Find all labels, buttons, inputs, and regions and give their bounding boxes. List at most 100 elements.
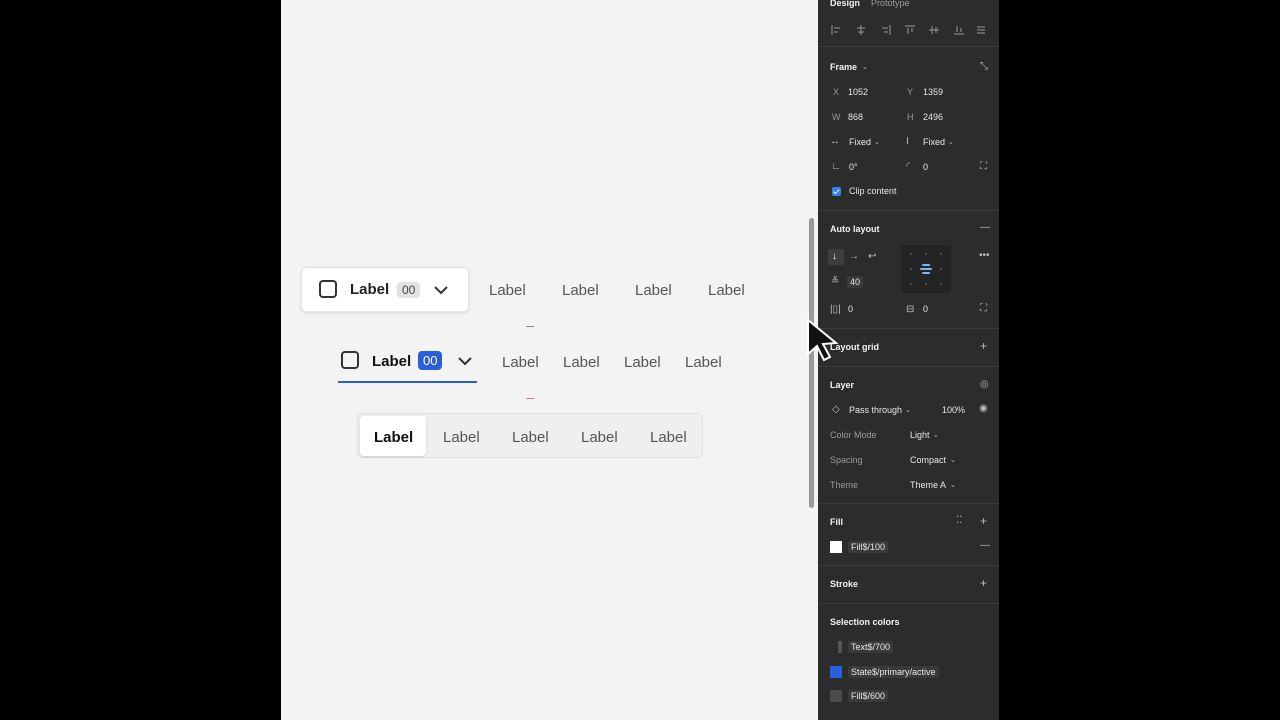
- align-dot[interactable]: [910, 268, 912, 270]
- w-input[interactable]: 868: [848, 112, 863, 122]
- count-badge-active: 00: [418, 351, 443, 370]
- mouse-cursor-icon: [807, 318, 839, 362]
- horizontal-resizing-select[interactable]: Fixed: [849, 137, 871, 147]
- tab-item[interactable]: Label: [624, 354, 661, 371]
- opacity-input[interactable]: 100%: [942, 405, 965, 415]
- spacing-marker: [526, 398, 534, 399]
- blend-mode-select[interactable]: Pass through: [849, 405, 902, 415]
- arrow-right-icon[interactable]: →: [849, 252, 859, 262]
- independent-padding-icon[interactable]: ⛶: [980, 304, 987, 314]
- tab-item[interactable]: Label: [563, 354, 600, 371]
- tab-item[interactable]: Label: [502, 354, 539, 371]
- gap-input[interactable]: 40: [847, 276, 864, 288]
- y-input[interactable]: 1359: [923, 87, 943, 97]
- segment-item[interactable]: Label: [443, 429, 480, 446]
- wrap-icon[interactable]: ↩: [868, 252, 876, 262]
- align-dot[interactable]: [940, 253, 942, 255]
- remove-icon[interactable]: —: [980, 541, 990, 551]
- stroke-section-title: Stroke: [830, 579, 859, 589]
- color-swatch-text[interactable]: [830, 641, 842, 653]
- tab-item[interactable]: Label: [708, 282, 745, 299]
- tab-design[interactable]: Design: [830, 0, 860, 8]
- tab-item[interactable]: Label: [685, 354, 722, 371]
- resize-to-fit-icon[interactable]: ⤡: [980, 62, 988, 72]
- clip-content-checkbox[interactable]: [832, 187, 841, 196]
- chevron-down-icon[interactable]: [457, 356, 473, 366]
- divider: [818, 210, 999, 211]
- alignment-toolbar-icon[interactable]: [830, 24, 990, 36]
- clip-content-label: Clip content: [849, 186, 897, 196]
- color-swatch-fill[interactable]: [830, 690, 842, 702]
- align-dot[interactable]: [925, 283, 927, 285]
- selection-color-name[interactable]: Fill$/600: [848, 690, 889, 702]
- fill-style-name[interactable]: Fill$/100: [848, 541, 889, 553]
- fill-swatch[interactable]: [830, 541, 842, 553]
- chevron-down-icon[interactable]: ⌄: [933, 431, 939, 441]
- style-grid-icon[interactable]: ⁚⁚: [956, 516, 962, 526]
- chevron-down-icon[interactable]: ⌄: [948, 138, 954, 148]
- spacing-marker: [526, 326, 534, 327]
- canvas-scrollbar[interactable]: [809, 218, 814, 508]
- align-dot[interactable]: [925, 253, 927, 255]
- color-swatch-primary[interactable]: [830, 666, 842, 678]
- add-icon[interactable]: +: [980, 515, 987, 527]
- independent-corners-icon[interactable]: ⛶: [980, 162, 987, 172]
- alignment-box[interactable]: [901, 245, 951, 293]
- align-dot[interactable]: [940, 283, 942, 285]
- chevron-down-icon[interactable]: [433, 285, 449, 295]
- add-icon[interactable]: +: [980, 577, 987, 589]
- selection-color-name[interactable]: State$/primary/active: [848, 666, 939, 678]
- segment-label-active[interactable]: Label: [374, 429, 413, 446]
- align-center-icon: [920, 268, 932, 270]
- divider: [818, 565, 999, 566]
- theme-select[interactable]: Theme A: [910, 480, 946, 490]
- segmented-control[interactable]: Label Label Label Label Label: [357, 413, 703, 458]
- vertical-resizing-select[interactable]: Fixed: [923, 137, 945, 147]
- vertical-resize-icon: I: [906, 136, 909, 147]
- y-label: Y: [907, 87, 914, 97]
- tab-label-active[interactable]: Label: [372, 353, 411, 370]
- frame-section-title[interactable]: Frame: [830, 62, 857, 72]
- x-label: X: [833, 87, 840, 97]
- more-options-icon[interactable]: •••: [979, 251, 990, 261]
- divider: [818, 46, 999, 47]
- chevron-down-icon[interactable]: ⌄: [950, 481, 956, 491]
- selection-color-name[interactable]: Text$/700: [848, 641, 894, 653]
- align-dot[interactable]: [940, 268, 942, 270]
- design-canvas[interactable]: Label 00 Label Label Label Label Label 0…: [281, 0, 818, 720]
- w-label: W: [832, 112, 841, 122]
- chevron-down-icon[interactable]: ⌄: [905, 406, 911, 416]
- tab-item[interactable]: Label: [562, 282, 599, 299]
- tab-active-card[interactable]: Label 00: [301, 267, 469, 312]
- vertical-padding-input[interactable]: 0: [923, 304, 928, 314]
- segment-item[interactable]: Label: [581, 429, 618, 446]
- selection-colors-title: Selection colors: [830, 617, 900, 627]
- divider: [818, 503, 999, 504]
- checkbox-icon[interactable]: [319, 280, 337, 298]
- segment-item[interactable]: Label: [512, 429, 549, 446]
- corner-radius-icon: ◜: [906, 161, 910, 172]
- tab-prototype[interactable]: Prototype: [871, 0, 910, 8]
- corner-radius-input[interactable]: 0: [923, 162, 928, 172]
- tab-item[interactable]: Label: [489, 282, 526, 299]
- chevron-down-icon[interactable]: ⌄: [874, 138, 880, 148]
- chevron-down-icon[interactable]: ⌄: [862, 63, 868, 73]
- x-input[interactable]: 1052: [848, 87, 868, 97]
- variable-mode-icon[interactable]: ◎: [980, 380, 989, 390]
- tab-item[interactable]: Label: [635, 282, 672, 299]
- color-mode-select[interactable]: Light: [910, 430, 930, 440]
- align-dot[interactable]: [910, 253, 912, 255]
- remove-icon[interactable]: —: [980, 223, 990, 233]
- spacing-select[interactable]: Compact: [910, 455, 946, 465]
- add-icon[interactable]: +: [980, 340, 987, 352]
- h-input[interactable]: 2496: [923, 112, 943, 122]
- checkbox-icon[interactable]: [341, 351, 359, 369]
- auto-layout-section-title: Auto layout: [830, 224, 880, 234]
- blend-mode-icon: ◇: [832, 404, 840, 415]
- rotation-input[interactable]: 0°: [849, 162, 858, 172]
- eye-icon[interactable]: ◉: [979, 404, 988, 414]
- chevron-down-icon[interactable]: ⌄: [950, 456, 956, 466]
- segment-item[interactable]: Label: [650, 429, 687, 446]
- align-dot[interactable]: [910, 283, 912, 285]
- horizontal-padding-input[interactable]: 0: [848, 304, 853, 314]
